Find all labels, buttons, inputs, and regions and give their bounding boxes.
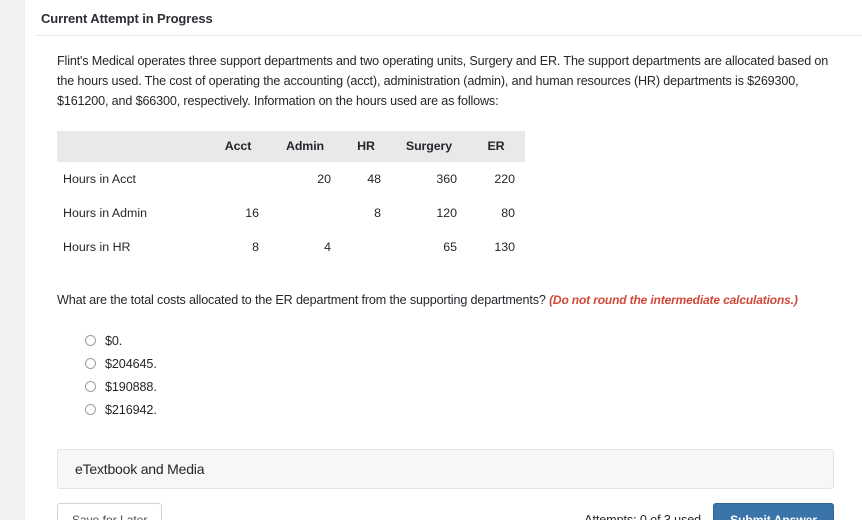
radio-button-icon[interactable]: [85, 381, 96, 392]
page-title: Current Attempt in Progress: [41, 11, 213, 26]
cell-acct-admin: 20: [317, 172, 331, 186]
option-label-3: $190888.: [105, 379, 157, 394]
header-divider: [36, 35, 862, 36]
cell-hr-hr: [341, 230, 391, 264]
assignment-page: Current Attempt in Progress Flint's Medi…: [0, 0, 862, 520]
hours-table: Acct Admin HR Surgery ER Hours in Acct 2…: [57, 131, 525, 264]
table-row: Hours in Admin 16 8 120 80: [57, 196, 525, 230]
cell-admin-hr: 8: [374, 206, 381, 220]
column-header-acct: Acct: [207, 131, 269, 162]
question-body: Flint's Medical operates three support d…: [25, 51, 862, 520]
option-row-1[interactable]: $0.: [85, 330, 848, 351]
etextbook-and-media-bar[interactable]: eTextbook and Media: [57, 449, 834, 489]
row-label-hours-in-admin: Hours in Admin: [63, 206, 148, 220]
cell-admin-acct: 16: [245, 206, 259, 220]
radio-button-icon[interactable]: [85, 358, 96, 369]
column-header-admin: Admin: [269, 131, 341, 162]
save-for-later-button[interactable]: Save for Later: [57, 503, 163, 520]
cell-admin-admin: [269, 196, 341, 230]
radio-button-icon[interactable]: [85, 404, 96, 415]
column-header-hr: HR: [341, 131, 391, 162]
hours-table-wrapper: Acct Admin HR Surgery ER Hours in Acct 2…: [39, 131, 848, 264]
option-label-2: $204645.: [105, 356, 157, 371]
row-label-hours-in-acct: Hours in Acct: [63, 172, 136, 186]
option-row-2[interactable]: $204645.: [85, 353, 848, 374]
column-header-surgery: Surgery: [391, 131, 467, 162]
column-header-er: ER: [467, 131, 525, 162]
table-row: Hours in Acct 20 48 360 220: [57, 162, 525, 196]
cell-hr-er: 130: [494, 240, 515, 254]
table-body: Hours in Acct 20 48 360 220 Hours in Adm…: [57, 162, 525, 264]
attempts-status: Attempts: 0 of 3 used: [584, 513, 702, 520]
option-label-1: $0.: [105, 333, 123, 348]
table-corner-cell: [57, 131, 207, 162]
row-label-hours-in-hr: Hours in HR: [63, 240, 131, 254]
question-card: Current Attempt in Progress Flint's Medi…: [25, 0, 862, 520]
cell-acct-hr: 48: [367, 172, 381, 186]
table-row: Hours in HR 8 4 65 130: [57, 230, 525, 264]
etextbook-label: eTextbook and Media: [75, 461, 205, 477]
cell-hr-surgery: 65: [443, 240, 457, 254]
option-label-4: $216942.: [105, 402, 157, 417]
option-row-4[interactable]: $216942.: [85, 399, 848, 420]
question-hint: (Do not round the intermediate calculati…: [549, 293, 798, 307]
footer-bar: Save for Later Attempts: 0 of 3 used Sub…: [39, 500, 848, 520]
table-header-row: Acct Admin HR Surgery ER: [57, 131, 525, 162]
cell-acct-er: 220: [494, 172, 515, 186]
cell-admin-surgery: 120: [436, 206, 457, 220]
problem-statement: Flint's Medical operates three support d…: [57, 54, 829, 108]
question-text-block: What are the total costs allocated to th…: [39, 290, 848, 310]
cell-acct-surgery: 360: [436, 172, 457, 186]
option-row-3[interactable]: $190888.: [85, 376, 848, 397]
submit-answer-button[interactable]: Submit Answer: [713, 503, 834, 520]
cell-admin-er: 80: [501, 206, 515, 220]
cell-hr-acct: 8: [252, 240, 259, 254]
left-gutter: [0, 0, 25, 520]
table-header: Acct Admin HR Surgery ER: [57, 131, 525, 162]
cell-hr-admin: 4: [324, 240, 331, 254]
footer-right-group: Attempts: 0 of 3 used Submit Answer: [584, 503, 834, 520]
question-text: What are the total costs allocated to th…: [57, 293, 550, 307]
answer-options: $0. $204645. $190888. $216942.: [39, 330, 848, 420]
cell-acct-acct: [207, 162, 269, 196]
radio-button-icon[interactable]: [85, 335, 96, 346]
